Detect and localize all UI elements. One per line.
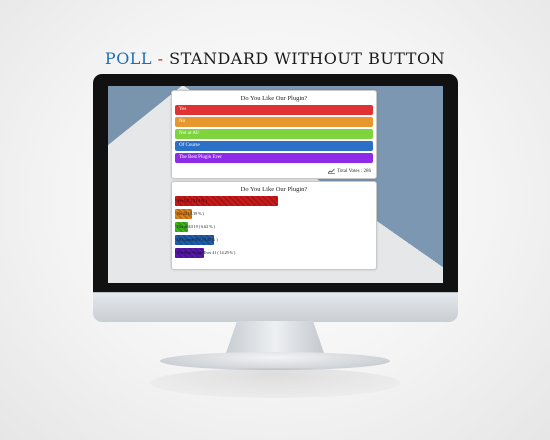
page-headline: POLL - STANDARD WITHOUT BUTTON — [0, 49, 550, 68]
headline-separator: - — [157, 49, 164, 68]
headline-subtitle: STANDARD WITHOUT BUTTON — [169, 49, 446, 68]
poll-option[interactable]: Yes — [175, 105, 373, 115]
chart-icon — [327, 168, 336, 174]
monitor-stand — [225, 321, 325, 356]
result-row: Yes 147 ( 51.4 % ) — [175, 195, 376, 207]
poll-results-card: Do You Like Our Plugin? Yes 147 ( 51.4 %… — [171, 181, 377, 270]
result-label: Not at All 19 ( 6.62 % ) — [177, 224, 215, 229]
monitor-chin — [93, 292, 458, 322]
headline-poll: POLL — [104, 49, 153, 68]
result-label: No 24 ( 8.39 % ) — [177, 211, 204, 216]
result-label: Of Course 55 ( 19.47 % ) — [177, 237, 218, 242]
total-votes-label: Total Votes : 286 — [337, 169, 371, 174]
result-label: The Best Plugin Ever 41 ( 14.29 % ) — [177, 250, 236, 255]
monitor-reflection — [150, 368, 400, 398]
monitor-screen: Do You Like Our Plugin? Yes No Not at All O… — [108, 86, 443, 283]
results-question: Do You Like Our Plugin? — [240, 186, 308, 193]
poll-option[interactable]: Not at All — [175, 129, 373, 139]
result-row: Of Course 55 ( 19.47 % ) — [175, 234, 376, 246]
result-row: Not at All 19 ( 6.62 % ) — [175, 221, 376, 233]
poll-question: Do You Like Our Plugin? — [240, 95, 308, 102]
result-label: Yes 147 ( 51.4 % ) — [177, 198, 207, 203]
poll-option[interactable]: No — [175, 117, 373, 127]
poll-option[interactable]: The Best Plugin Ever — [175, 153, 373, 163]
poll-form-card: Do You Like Our Plugin? Yes No Not at All O… — [171, 90, 377, 179]
total-votes: Total Votes : 286 — [327, 168, 371, 176]
poll-option[interactable]: Of Course — [175, 141, 373, 151]
result-row: The Best Plugin Ever 41 ( 14.29 % ) — [175, 247, 376, 259]
result-row: No 24 ( 8.39 % ) — [175, 208, 376, 220]
